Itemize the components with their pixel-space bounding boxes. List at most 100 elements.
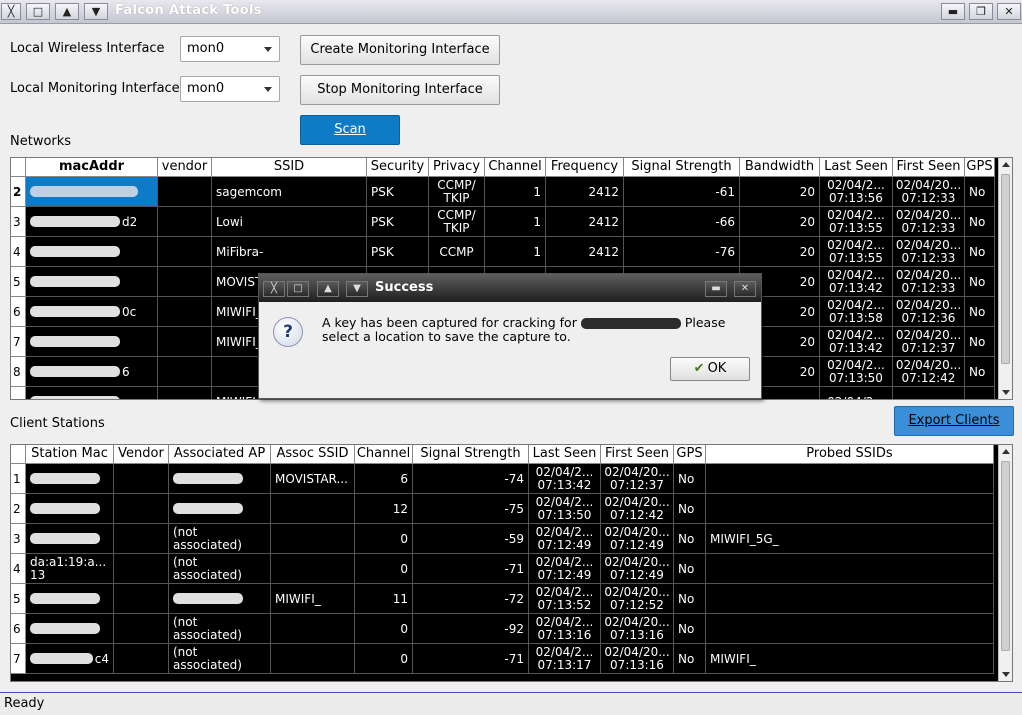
row-header[interactable]: 2 [11, 494, 26, 524]
table-cell[interactable]: MiFibra- [212, 237, 367, 267]
scroll-thumb[interactable] [1001, 174, 1010, 364]
table-cell[interactable] [26, 614, 114, 644]
row-header[interactable]: 4 [11, 237, 26, 267]
column-header[interactable]: Associated AP [169, 445, 271, 464]
scroll-up-icon[interactable] [1002, 162, 1010, 167]
table-cell[interactable]: 02/04/2... 07:13:55 [820, 237, 893, 267]
column-header[interactable]: SSID [212, 158, 367, 177]
table-cell[interactable] [706, 494, 994, 524]
table-cell[interactable]: 02/04/20... 07:12:37 [601, 464, 674, 494]
table-cell[interactable]: 02/04/2... 07:13:16 [529, 614, 601, 644]
table-cell[interactable] [271, 554, 355, 584]
table-cell[interactable]: 2412 [546, 237, 624, 267]
table-cell[interactable]: No [674, 524, 706, 554]
table-cell[interactable]: 02/04/2... 07:13:56 [820, 177, 893, 207]
table-cell[interactable] [26, 237, 158, 267]
table-cell[interactable]: -71 [413, 554, 529, 584]
table-cell[interactable]: 02/04/2... 07:13:50 [820, 357, 893, 387]
table-cell[interactable]: 2412 [546, 177, 624, 207]
table-cell[interactable]: No [674, 644, 706, 674]
stop-monitoring-interface-button[interactable]: Stop Monitoring Interface [300, 75, 500, 105]
row-header[interactable]: 3 [11, 207, 26, 237]
table-cell[interactable]: (not associated) [169, 614, 271, 644]
table-cell[interactable]: 1 [485, 177, 546, 207]
table-cell[interactable] [271, 494, 355, 524]
minimize-icon[interactable]: ▬ [941, 3, 965, 20]
table-cell[interactable]: 02/04/20... 07:12:52 [601, 584, 674, 614]
table-cell[interactable] [169, 464, 271, 494]
table-cell[interactable]: 02/04/20... 07:12:33 [893, 237, 965, 267]
table-cell[interactable]: -75 [413, 494, 529, 524]
table-cell[interactable]: 02/04/2... 07:13:17 [529, 644, 601, 674]
table-cell[interactable]: 02/04/2... 07:12:49 [529, 554, 601, 584]
table-cell[interactable]: 6 [355, 464, 413, 494]
dialog-close-window-icon[interactable]: ✕ [734, 281, 756, 297]
networks-scrollbar[interactable] [998, 158, 1012, 399]
table-cell[interactable]: da:a1:19:a... 13 [26, 554, 114, 584]
table-cell[interactable]: No [674, 464, 706, 494]
ok-button[interactable]: ✔ OK [670, 357, 750, 381]
dialog-close-icon[interactable]: ╳ [263, 281, 285, 297]
table-cell[interactable]: PSK [367, 177, 429, 207]
row-header[interactable]: 6 [11, 614, 26, 644]
table-cell[interactable]: c4 [26, 644, 114, 674]
close-icon[interactable]: ╳ [1, 3, 21, 20]
table-cell[interactable]: 02/04/2... 07:13:58 [820, 297, 893, 327]
column-header[interactable]: GPS [674, 445, 706, 464]
table-cell[interactable] [26, 267, 158, 297]
table-cell[interactable]: -72 [413, 584, 529, 614]
row-header[interactable]: 2 [11, 177, 26, 207]
clients-scrollbar[interactable] [998, 445, 1012, 681]
table-cell[interactable]: No [965, 237, 995, 267]
table-cell[interactable] [114, 554, 169, 584]
column-header[interactable]: vendor [158, 158, 212, 177]
table-cell[interactable]: CCMP [429, 237, 485, 267]
table-cell[interactable]: 02/04/20... 07:12:33 [893, 177, 965, 207]
column-header[interactable]: Frequency [546, 158, 624, 177]
column-header[interactable]: macAddr [26, 158, 158, 177]
table-cell[interactable]: 1 [485, 237, 546, 267]
row-header[interactable]: 7 [11, 644, 26, 674]
row-header[interactable]: 5 [11, 584, 26, 614]
table-cell[interactable] [706, 554, 994, 584]
row-header[interactable]: 5 [11, 267, 26, 297]
scroll-thumb[interactable] [1001, 461, 1010, 651]
table-cell[interactable] [893, 387, 965, 399]
row-header[interactable]: 1 [11, 464, 26, 494]
table-cell[interactable]: CCMP/ TKIP [429, 177, 485, 207]
table-cell[interactable]: No [965, 267, 995, 297]
table-cell[interactable]: 02/04/20... 07:13:16 [601, 644, 674, 674]
table-cell[interactable]: 02/04/20... 07:12:37 [893, 327, 965, 357]
column-header[interactable]: GPS [965, 158, 995, 177]
table-cell[interactable] [26, 464, 114, 494]
dialog-menu-icon[interactable]: □ [287, 281, 309, 297]
row-header[interactable] [11, 387, 26, 399]
table-cell[interactable]: (not associated) [169, 524, 271, 554]
dialog-shade-down-icon[interactable]: ▼ [346, 281, 368, 297]
table-cell[interactable] [158, 297, 212, 327]
table-cell[interactable]: 02/04/2... 07:13:55 [820, 207, 893, 237]
table-cell[interactable] [271, 524, 355, 554]
table-cell[interactable]: -74 [413, 464, 529, 494]
table-cell[interactable]: 20 [740, 237, 820, 267]
shade-down-icon[interactable]: ▼ [84, 3, 108, 20]
table-cell[interactable]: MIWIFI_ [706, 644, 994, 674]
table-cell[interactable] [158, 207, 212, 237]
table-cell[interactable]: -76 [624, 237, 740, 267]
table-cell[interactable]: 02/04/20... 07:12:33 [893, 207, 965, 237]
column-header[interactable]: Station Mac [26, 445, 114, 464]
table-cell[interactable]: 0 [355, 554, 413, 584]
table-cell[interactable]: Lowi [212, 207, 367, 237]
table-cell[interactable]: 02/04/20... 07:12:49 [601, 554, 674, 584]
export-clients-button[interactable]: Export Clients [894, 406, 1014, 436]
table-cell[interactable]: 02/04/20... 07:12:49 [601, 524, 674, 554]
table-cell[interactable]: 02/04/20... 07:12:33 [893, 267, 965, 297]
table-cell[interactable]: PSK [367, 237, 429, 267]
table-cell[interactable]: 20 [740, 207, 820, 237]
table-cell[interactable]: 1 [485, 207, 546, 237]
table-cell[interactable]: 02/04/2... [820, 387, 893, 399]
column-header[interactable]: Signal Strength [413, 445, 529, 464]
table-cell[interactable] [26, 584, 114, 614]
table-cell[interactable]: d2 [26, 207, 158, 237]
window-menu-icon[interactable]: □ [26, 3, 50, 20]
